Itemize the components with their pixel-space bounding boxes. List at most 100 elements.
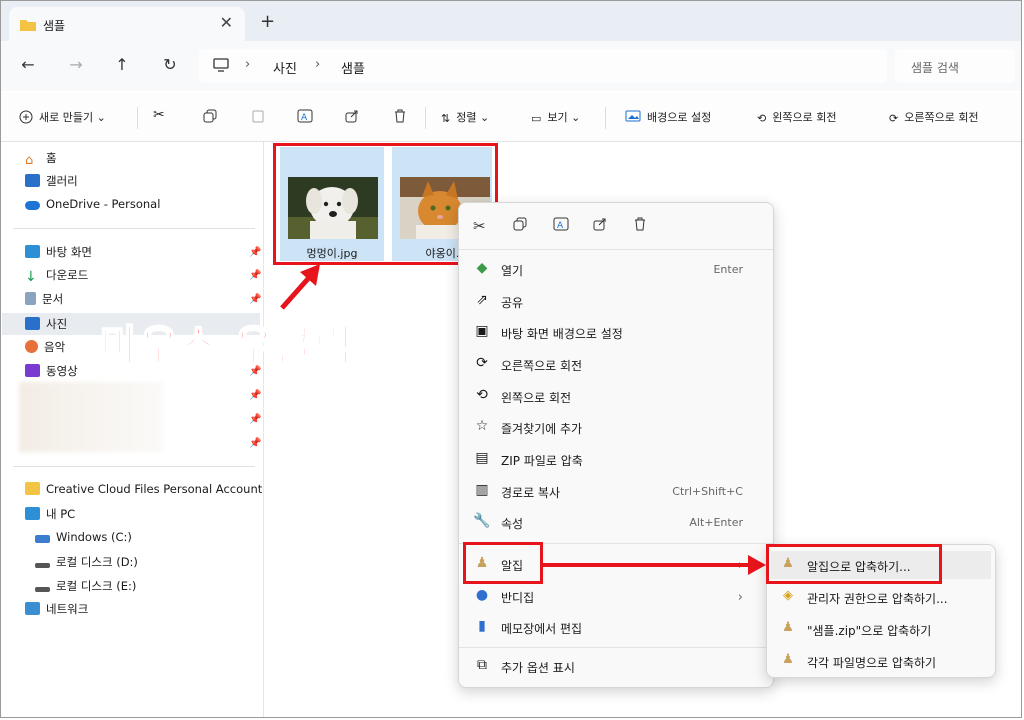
up-button[interactable]: ↑ — [111, 55, 133, 74]
new-tab-button[interactable]: + — [260, 11, 275, 32]
menu-shortcut: Ctrl+Shift+C — [672, 485, 743, 498]
sort-button[interactable]: ⇅ 정렬 ⌄ — [441, 109, 489, 125]
plus-circle-icon — [19, 110, 33, 127]
copy-icon[interactable] — [203, 109, 217, 126]
rotate-right-label: 오른쪽으로 회전 — [904, 111, 979, 124]
rename-icon[interactable]: A — [297, 109, 313, 126]
copy-icon[interactable] — [513, 217, 527, 235]
menu-item-label: 경로로 복사 — [501, 486, 561, 500]
download-icon: ↓ — [25, 269, 37, 285]
menu-item-copy-path[interactable]: ▥ 경로로 복사 Ctrl+Shift+C — [473, 478, 757, 506]
pin-icon[interactable]: 📌 — [249, 270, 261, 281]
delete-icon[interactable] — [393, 109, 407, 126]
divider — [459, 249, 773, 250]
search-input[interactable]: 샘플 검색 — [895, 49, 1015, 83]
rotate-left-label: 왼쪽으로 회전 — [772, 111, 837, 124]
pin-icon[interactable]: 📌 — [249, 294, 261, 305]
sidebar-item-label: 다운로드 — [46, 268, 89, 282]
submenu-item-compress-each[interactable]: ♟ 각각 파일명으로 압축하기 — [779, 647, 989, 675]
pc-icon — [213, 58, 229, 75]
sidebar-item-gallery[interactable]: 갤러리 — [25, 173, 78, 195]
cut-icon[interactable]: ✂ — [473, 217, 486, 235]
navigation-pane: ⌂ 홈 갤러리 OneDrive - Personal 바탕 화면 📌 ↓ 다운로드… — [1, 142, 264, 717]
menu-item-set-wallpaper[interactable]: ▣ 바탕 화면 배경으로 설정 — [473, 319, 757, 347]
sidebar-item-creative-cloud[interactable]: Creative Cloud Files Personal Account li… — [25, 482, 263, 504]
chevron-right-icon: › — [737, 590, 743, 605]
sidebar-item-downloads[interactable]: ↓ 다운로드 — [25, 267, 88, 289]
context-menu: ✂ A ◆ 열기 Enter ⇗ 공유 ▣ 바탕 화면 배경으로 설정 ⟳ 오른쪽으로 회… — [458, 202, 774, 688]
back-button[interactable]: ← — [17, 55, 39, 74]
submenu-item-compress-admin[interactable]: ◈ 관리자 권한으로 압축하기... — [779, 583, 989, 611]
sidebar-item-label: 로컬 디스크 (D:) — [56, 555, 138, 569]
share-icon[interactable] — [593, 217, 607, 235]
menu-item-zip[interactable]: ▤ ZIP 파일로 압축 — [473, 446, 757, 474]
drive-icon — [35, 587, 50, 592]
breadcrumb-pictures[interactable]: 사진 — [273, 58, 297, 77]
sidebar-item-onedrive[interactable]: OneDrive - Personal — [25, 197, 160, 219]
rename-icon[interactable]: A — [553, 217, 569, 235]
menu-item-more-options[interactable]: ⧉ 추가 옵션 표시 — [473, 653, 757, 681]
cloud-icon — [25, 201, 40, 210]
menu-item-properties[interactable]: 🔧 속성 Alt+Enter — [473, 509, 757, 537]
view-button[interactable]: ▭ 보기 ⌄ — [531, 109, 580, 125]
search-placeholder: 샘플 검색 — [911, 61, 959, 75]
sidebar-item-drive-e[interactable]: 로컬 디스크 (E:) — [35, 578, 136, 600]
new-button[interactable]: 새로 만들기 ⌄ — [19, 109, 106, 127]
pc-icon — [25, 507, 40, 520]
view-label: 보기 — [547, 111, 568, 124]
menu-item-rotate-left[interactable]: ⟲ 왼쪽으로 회전 — [473, 383, 757, 411]
copy-path-icon: ▥ — [475, 482, 489, 498]
delete-icon[interactable] — [633, 217, 647, 235]
tab-sample[interactable]: 샘플 ✕ — [9, 7, 245, 41]
divider — [459, 647, 773, 648]
set-background-button[interactable]: 배경으로 설정 — [625, 109, 711, 126]
menu-shortcut: Alt+Enter — [689, 516, 743, 529]
forward-button[interactable]: → — [65, 55, 87, 74]
address-bar[interactable]: › 사진 › 샘플 — [199, 49, 887, 83]
menu-item-rotate-right[interactable]: ⟳ 오른쪽으로 회전 — [473, 351, 757, 379]
pin-icon[interactable]: 📌 — [249, 414, 261, 425]
drive-icon — [35, 563, 50, 568]
breadcrumb-sample[interactable]: 샘플 — [341, 58, 365, 77]
sidebar-item-music[interactable]: 음악 — [25, 339, 65, 361]
zip-icon: ▤ — [475, 450, 489, 466]
menu-item-add-favorite[interactable]: ☆ 즐겨찾기에 추가 — [473, 414, 757, 442]
sidebar-item-network[interactable]: 네트워크 — [25, 601, 88, 623]
close-tab-icon[interactable]: ✕ — [220, 13, 233, 32]
sidebar-item-label: 문서 — [42, 292, 64, 306]
pictures-icon — [25, 317, 40, 330]
highlight-alzip — [463, 542, 543, 584]
shield-icon: ◈ — [783, 588, 793, 603]
menu-item-label: 바탕 화면 배경으로 설정 — [501, 327, 623, 341]
menu-item-open[interactable]: ◆ 열기 Enter — [473, 256, 757, 284]
pin-icon[interactable]: 📌 — [249, 438, 261, 449]
alzip-icon: ♟ — [782, 652, 794, 667]
divider — [13, 228, 255, 229]
sidebar-item-home[interactable]: ⌂ 홈 — [25, 150, 57, 172]
rotate-right-button[interactable]: ⟳ 오른쪽으로 회전 — [889, 109, 979, 125]
new-label: 새로 만들기 — [39, 111, 94, 124]
wallpaper-icon — [625, 110, 641, 126]
paste-icon[interactable] — [251, 109, 265, 126]
rotate-left-button[interactable]: ⟲ 왼쪽으로 회전 — [757, 109, 836, 125]
sidebar-item-desktop[interactable]: 바탕 화면 — [25, 244, 92, 266]
menu-item-notepad[interactable]: ▮ 메모장에서 편집 — [473, 614, 757, 642]
sidebar-item-drive-d[interactable]: 로컬 디스크 (D:) — [35, 554, 138, 576]
menu-item-label: 반디집 — [501, 591, 535, 605]
title-bar: 샘플 ✕ + — [1, 1, 1021, 41]
sidebar-item-this-pc[interactable]: 내 PC — [25, 506, 75, 528]
cut-icon[interactable]: ✂ — [153, 107, 165, 123]
menu-item-share[interactable]: ⇗ 공유 — [473, 288, 757, 316]
sidebar-item-drive-c[interactable]: Windows (C:) — [35, 530, 132, 552]
menu-item-label: 추가 옵션 표시 — [501, 661, 575, 675]
pin-icon[interactable]: 📌 — [249, 247, 261, 258]
sidebar-item-documents[interactable]: 문서 — [25, 291, 63, 313]
menu-item-bandizip[interactable]: ● 반디집 › — [473, 583, 757, 611]
video-icon — [25, 364, 40, 377]
share-icon[interactable] — [345, 109, 359, 126]
pin-icon[interactable]: 📌 — [249, 390, 261, 401]
sidebar-item-label: 로컬 디스크 (E:) — [56, 579, 137, 593]
refresh-button[interactable]: ↻ — [159, 55, 181, 74]
submenu-item-compress-zip[interactable]: ♟ "샘플.zip"으로 압축하기 — [779, 615, 989, 643]
desktop-icon — [25, 245, 40, 258]
